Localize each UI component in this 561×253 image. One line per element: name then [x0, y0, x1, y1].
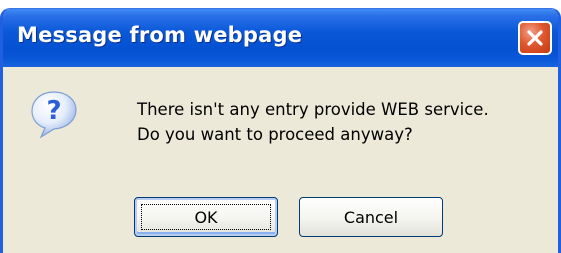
message-line-2: Do you want to proceed anyway? [137, 125, 413, 144]
svg-text:?: ? [46, 96, 61, 126]
message-dialog: Message from webpage ? There isn't any e… [0, 8, 561, 253]
close-icon [527, 30, 543, 46]
message-line-1: There isn't any entry provide WEB servic… [137, 100, 489, 119]
question-icon: ? [31, 91, 77, 139]
dialog-title: Message from webpage [17, 23, 303, 47]
cancel-button-label: Cancel [343, 207, 399, 227]
dialog-titlebar[interactable]: Message from webpage [3, 9, 558, 67]
close-button[interactable] [518, 21, 552, 55]
ok-button-label: OK [194, 207, 218, 227]
dialog-message: There isn't any entry provide WEB servic… [137, 97, 489, 147]
ok-button[interactable]: OK [134, 197, 278, 237]
dialog-body: ? There isn't any entry provide WEB serv… [3, 67, 558, 253]
cancel-button[interactable]: Cancel [299, 197, 443, 237]
